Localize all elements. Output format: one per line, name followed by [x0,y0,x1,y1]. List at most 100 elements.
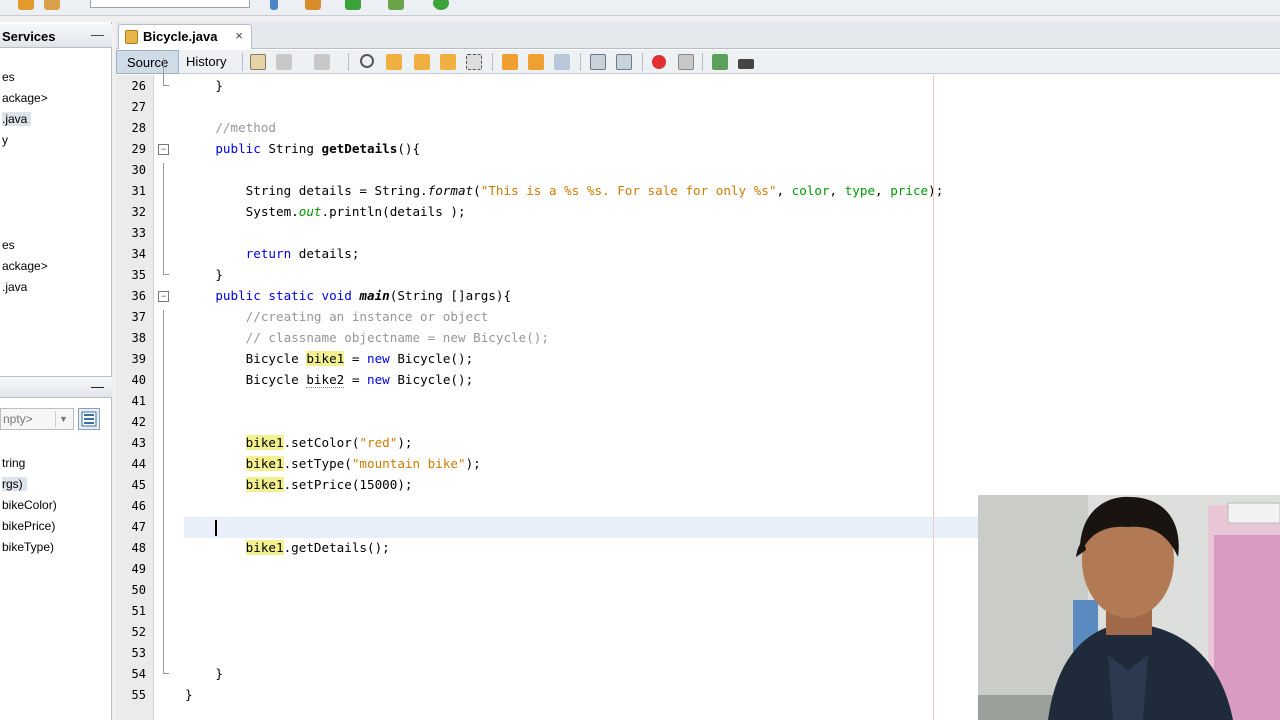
source-button[interactable]: Source [116,50,180,74]
code-token: out [298,204,322,219]
toggle-highlight-icon[interactable] [440,54,456,70]
tree-item[interactable]: es [2,238,15,252]
code-line[interactable] [185,519,218,536]
tree-item[interactable]: .java [2,280,27,294]
line-number: 42 [131,415,146,429]
previous-bookmark-icon[interactable] [502,54,518,70]
line-number: 29 [131,142,146,156]
line-number: 46 [131,499,146,513]
code-line[interactable]: } [185,267,223,282]
code-line[interactable]: bike1.setColor("red"); [185,435,413,450]
code-token: "mountain bike" [351,456,466,471]
close-project-icon[interactable] [44,0,60,10]
profile-icon[interactable] [433,0,449,10]
code-line[interactable]: bike1.getDetails(); [185,540,390,555]
code-token: ); [928,183,944,198]
open-project-icon[interactable] [18,0,34,10]
configuration-combo[interactable] [90,0,250,8]
code-token: (){ [397,141,421,156]
navigator-member[interactable]: tring [2,456,25,470]
code-line[interactable]: //creating an instance or object [185,309,489,324]
build-icon[interactable] [270,0,278,10]
navigator-header: — [0,376,112,398]
code-line[interactable]: } [185,666,223,681]
panel-header: Services — [0,24,112,48]
toggle-bookmark-icon[interactable] [554,54,570,70]
find-previous-icon[interactable] [386,54,402,70]
code-line[interactable]: Bicycle bike2 = new Bicycle(); [185,372,473,388]
fold-toggle-icon[interactable]: − [158,144,169,155]
code-token: , [829,183,845,198]
code-line[interactable]: public String getDetails(){ [185,141,420,156]
tree-item[interactable]: y [2,133,8,147]
last-edit-icon[interactable] [250,54,266,70]
code-token: "This is a %s %s. For sale for only %s" [480,183,777,198]
tree-item[interactable]: es [2,70,15,84]
line-number: 45 [131,478,146,492]
code-token: // classname objectname = new Bicycle(); [245,330,549,345]
tree-item[interactable]: .java [2,112,32,126]
tree-item[interactable]: ackage> [2,259,48,273]
minimize-icon[interactable]: — [91,27,104,42]
history-button[interactable]: History [176,50,236,74]
run-icon[interactable] [345,0,361,10]
line-number: 47 [131,520,146,534]
debug-icon[interactable] [388,0,404,10]
line-number: 28 [131,121,146,135]
start-macro-icon[interactable] [652,55,666,69]
code-line[interactable]: return details; [185,246,360,261]
panel-title[interactable]: Services [2,29,56,44]
code-token: return [245,246,292,261]
uncomment-icon[interactable] [738,59,754,69]
code-line[interactable]: System.out.println(details ); [185,204,466,219]
code-line[interactable]: } [185,78,223,93]
navigator-member[interactable]: bikeType) [2,540,54,554]
java-file-icon [125,30,138,44]
navigator-member[interactable]: bikeColor) [2,498,57,512]
line-number: 48 [131,541,146,555]
code-token: Bicycle(); [389,351,474,366]
comment-icon[interactable] [712,54,728,70]
next-bookmark-icon[interactable] [528,54,544,70]
navigator-member[interactable]: rgs) [2,477,27,491]
line-number: 49 [131,562,146,576]
code-token: getDetails [321,141,398,156]
code-token: System. [185,204,299,219]
search-icon[interactable] [360,54,374,68]
code-line[interactable]: bike1.setPrice(15000); [185,477,413,492]
fold-toggle-icon[interactable]: − [158,291,169,302]
tab-bicycle-java[interactable]: Bicycle.java × [118,24,252,49]
navigator-member[interactable]: bikePrice) [2,519,55,533]
code-line[interactable]: String details = String.format("This is … [185,183,944,198]
code-line[interactable]: bike1.setType("mountain bike"); [185,456,481,471]
navigator-minimize-icon[interactable]: — [91,379,104,394]
code-folding-margin: − − [154,58,184,720]
code-line[interactable]: //method [185,120,276,135]
stop-macro-icon[interactable] [678,54,694,70]
line-number: 27 [131,100,146,114]
code-token: ); [465,456,481,471]
shift-right-icon[interactable] [616,54,632,70]
find-next-icon[interactable] [414,54,430,70]
chevron-down-icon[interactable]: ▼ [55,411,71,427]
toolbar-separator [702,53,703,71]
rectangular-selection-icon[interactable] [466,54,482,70]
navigator-filter-combo[interactable]: npty> ▼ [0,408,74,430]
forward-icon[interactable] [314,54,330,70]
shift-left-icon[interactable] [590,54,606,70]
code-line[interactable]: public static void main(String []args){ [185,288,511,303]
close-icon[interactable]: × [235,28,243,43]
back-icon[interactable] [276,54,292,70]
tree-item[interactable]: ackage> [2,91,48,105]
code-line[interactable]: } [185,687,193,702]
editor-tab-strip: Bicycle.java × [116,22,1280,49]
code-line[interactable]: // classname objectname = new Bicycle(); [185,330,549,345]
navigator-view-icon[interactable] [78,408,100,430]
clean-build-icon[interactable] [305,0,321,10]
line-number: 35 [131,268,146,282]
code-line[interactable]: Bicycle bike1 = new Bicycle(); [185,351,473,366]
code-token: //creating an instance or object [245,309,489,324]
code-token: type [844,183,876,198]
